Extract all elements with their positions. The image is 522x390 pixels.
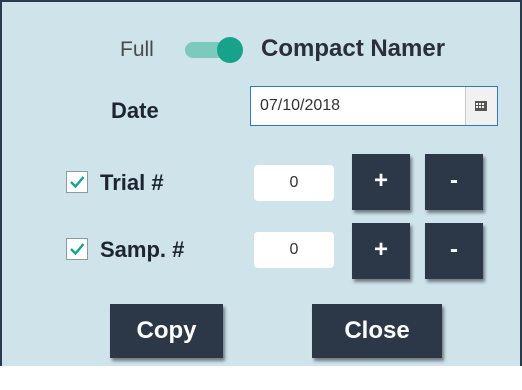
close-button[interactable]: Close xyxy=(312,304,442,358)
check-icon xyxy=(70,243,85,256)
date-input[interactable] xyxy=(251,87,467,125)
samp-number-input[interactable]: 0 xyxy=(254,232,334,268)
calendar-button[interactable] xyxy=(465,87,497,125)
trial-checkbox[interactable] xyxy=(66,171,88,193)
samp-label: Samp. # xyxy=(100,237,185,262)
copy-button[interactable]: Copy xyxy=(110,304,223,358)
trial-decrement-button[interactable]: - xyxy=(425,154,483,210)
trial-label: Trial # xyxy=(100,170,164,195)
toggle-knob xyxy=(217,37,243,63)
mode-toggle[interactable] xyxy=(183,37,245,63)
trial-number-input[interactable]: 0 xyxy=(254,165,334,201)
samp-decrement-button[interactable]: - xyxy=(425,223,483,279)
date-label: Date xyxy=(111,98,159,123)
check-icon xyxy=(70,176,85,189)
samp-checkbox[interactable] xyxy=(66,238,88,260)
trial-increment-button[interactable]: + xyxy=(352,154,410,210)
date-field xyxy=(250,86,498,126)
compact-namer-label: Compact Namer xyxy=(261,35,446,62)
calendar-icon xyxy=(475,101,487,111)
full-mode-label: Full xyxy=(120,38,154,61)
samp-increment-button[interactable]: + xyxy=(352,223,410,279)
compact-namer-panel: Full Compact Namer Date Trial # 0 + - xyxy=(0,0,522,366)
